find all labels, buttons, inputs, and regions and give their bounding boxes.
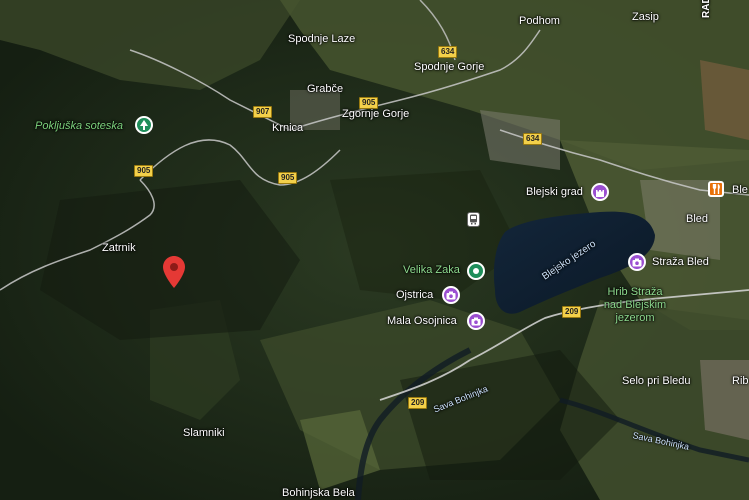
camera-icon[interactable] bbox=[467, 312, 485, 330]
poi-label-ojstrica[interactable]: Ojstrica bbox=[396, 289, 433, 302]
place-label[interactable]: RAD bbox=[700, 0, 713, 18]
place-label[interactable]: Zasip bbox=[632, 11, 659, 24]
place-label[interactable]: Podhom bbox=[519, 15, 560, 28]
place-label[interactable]: Bled bbox=[686, 213, 708, 226]
road-shield-905: 905 bbox=[134, 165, 154, 177]
poi-label-line: nad Blejskim bbox=[603, 299, 667, 311]
road-shield-634: 634 bbox=[523, 133, 543, 145]
poi-label-mala-osojnica[interactable]: Mala Osojnica bbox=[387, 315, 457, 328]
poi-label-hrib-straza[interactable]: Hrib Straža nad Blejskim jezerom bbox=[595, 286, 675, 325]
road-shield-634: 634 bbox=[438, 46, 458, 58]
green-circle-poi-icon[interactable] bbox=[467, 262, 485, 280]
place-label[interactable]: Grabče bbox=[307, 83, 343, 96]
road-shield-209: 209 bbox=[408, 397, 428, 409]
poi-label-pokljuska[interactable]: Pokljuška soteska bbox=[35, 120, 123, 133]
road-shield-209: 209 bbox=[562, 306, 582, 318]
camera-icon[interactable] bbox=[442, 286, 460, 304]
place-label[interactable]: Rib bbox=[732, 375, 749, 388]
satellite-map[interactable]: 907 905 905 905 634 634 209 209 Spodnje … bbox=[0, 0, 749, 500]
poi-label-line: jezerom bbox=[615, 312, 655, 324]
place-label[interactable]: Ble bbox=[732, 184, 748, 197]
place-label[interactable]: Zgornje Gorje bbox=[342, 108, 409, 121]
bus-stop-icon[interactable] bbox=[467, 212, 480, 227]
fork-knife-icon[interactable] bbox=[708, 181, 724, 197]
place-label[interactable]: Bohinjska Bela bbox=[282, 487, 355, 500]
place-label[interactable]: Spodnje Gorje bbox=[414, 61, 484, 74]
poi-label-straza-bled[interactable]: Straža Bled bbox=[652, 256, 709, 269]
place-label[interactable]: Zatrnik bbox=[102, 242, 136, 255]
poi-label-blejski-grad[interactable]: Blejski grad bbox=[526, 186, 583, 199]
poi-label-velika-zaka[interactable]: Velika Zaka bbox=[403, 264, 460, 277]
place-label[interactable]: Krnica bbox=[272, 122, 303, 135]
red-location-pin-icon[interactable] bbox=[163, 256, 185, 293]
camera-icon[interactable] bbox=[628, 253, 646, 271]
place-label[interactable]: Selo pri Bledu bbox=[622, 375, 691, 388]
place-label[interactable]: Spodnje Laze bbox=[288, 33, 355, 46]
place-label[interactable]: Slamniki bbox=[183, 427, 225, 440]
castle-icon[interactable] bbox=[591, 183, 609, 201]
poi-label-line: Hrib Straža bbox=[607, 286, 663, 298]
road-shield-905: 905 bbox=[278, 172, 298, 184]
road-shield-907: 907 bbox=[253, 106, 273, 118]
tree-icon[interactable] bbox=[135, 116, 153, 134]
